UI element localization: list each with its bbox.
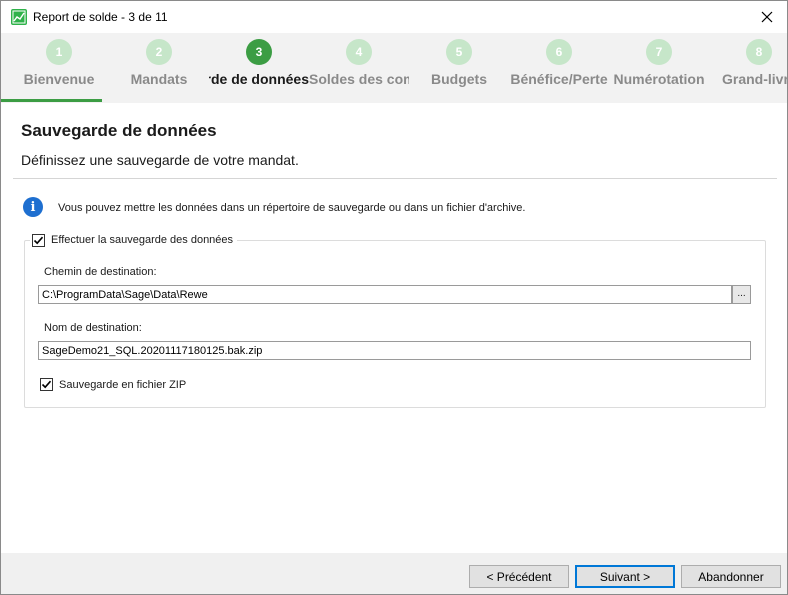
close-button[interactable] — [747, 1, 787, 33]
destination-path-input[interactable] — [38, 285, 732, 304]
info-icon: i — [23, 197, 43, 217]
step-label: Bienvenue — [23, 71, 95, 87]
step-7: 7 Numérotation — [609, 33, 709, 103]
step-number: 2 — [146, 39, 172, 65]
previous-button[interactable]: < Précédent — [469, 565, 569, 588]
step-label: Soldes des comptes — [309, 71, 409, 87]
page-subtitle: Définissez une sauvegarde de votre manda… — [21, 152, 299, 168]
page-title: Sauvegarde de données — [21, 121, 217, 140]
zip-checkbox[interactable] — [40, 378, 53, 391]
chart-trend-icon — [11, 9, 27, 25]
step-number: 8 — [746, 39, 772, 65]
enable-backup-checkbox-row[interactable]: Effectuer la sauvegarde des données — [30, 232, 238, 248]
step-label: Budgets — [431, 71, 487, 87]
step-number: 5 — [446, 39, 472, 65]
title-bar: Report de solde - 3 de 11 — [1, 1, 787, 33]
step-2: 2 Mandats — [109, 33, 209, 103]
step-label: Sauvegarde de données — [209, 71, 309, 87]
step-number: 4 — [346, 39, 372, 65]
step-number: 6 — [546, 39, 572, 65]
step-3: 3 Sauvegarde de données — [209, 33, 309, 103]
step-5: 5 Budgets — [409, 33, 509, 103]
step-label: Numérotation — [613, 71, 705, 87]
step-number: 3 — [246, 39, 272, 65]
name-label: Nom de destination: — [44, 322, 142, 334]
checkmark-icon — [41, 380, 52, 389]
step-4: 4 Soldes des comptes — [309, 33, 409, 103]
enable-backup-label: Effectuer la sauvegarde des données — [51, 234, 234, 246]
header-divider — [13, 178, 777, 179]
step-6: 6 Bénéfice/Perte — [509, 33, 609, 103]
wizard-window: Report de solde - 3 de 11 1 Bienvenue 2 … — [0, 0, 788, 595]
zip-label: Sauvegarde en fichier ZIP — [59, 378, 187, 391]
step-label: Bénéfice/Perte — [510, 71, 608, 87]
step-number: 7 — [646, 39, 672, 65]
wizard-steps: 1 Bienvenue 2 Mandats 3 Sauvegarde de do… — [1, 33, 787, 103]
enable-backup-checkbox[interactable] — [32, 233, 45, 247]
cancel-button[interactable]: Abandonner — [681, 565, 781, 588]
step-8: 8 Grand-livre — [709, 33, 787, 103]
browse-button[interactable]: ... — [732, 285, 751, 304]
info-message: Vous pouvez mettre les données dans un r… — [58, 202, 526, 214]
step-number: 1 — [46, 39, 72, 65]
close-icon — [761, 11, 773, 23]
step-label: Grand-livre — [722, 71, 787, 87]
step-1: 1 Bienvenue — [9, 33, 109, 103]
destination-name-input[interactable] — [38, 341, 751, 360]
next-button[interactable]: Suivant > — [575, 565, 675, 588]
window-title: Report de solde - 3 de 11 — [33, 10, 168, 24]
step-label: Mandats — [130, 71, 188, 87]
path-label: Chemin de destination: — [44, 266, 157, 278]
active-step-indicator — [1, 99, 102, 102]
checkmark-icon — [33, 236, 44, 244]
zip-checkbox-row[interactable]: Sauvegarde en fichier ZIP — [40, 378, 186, 391]
